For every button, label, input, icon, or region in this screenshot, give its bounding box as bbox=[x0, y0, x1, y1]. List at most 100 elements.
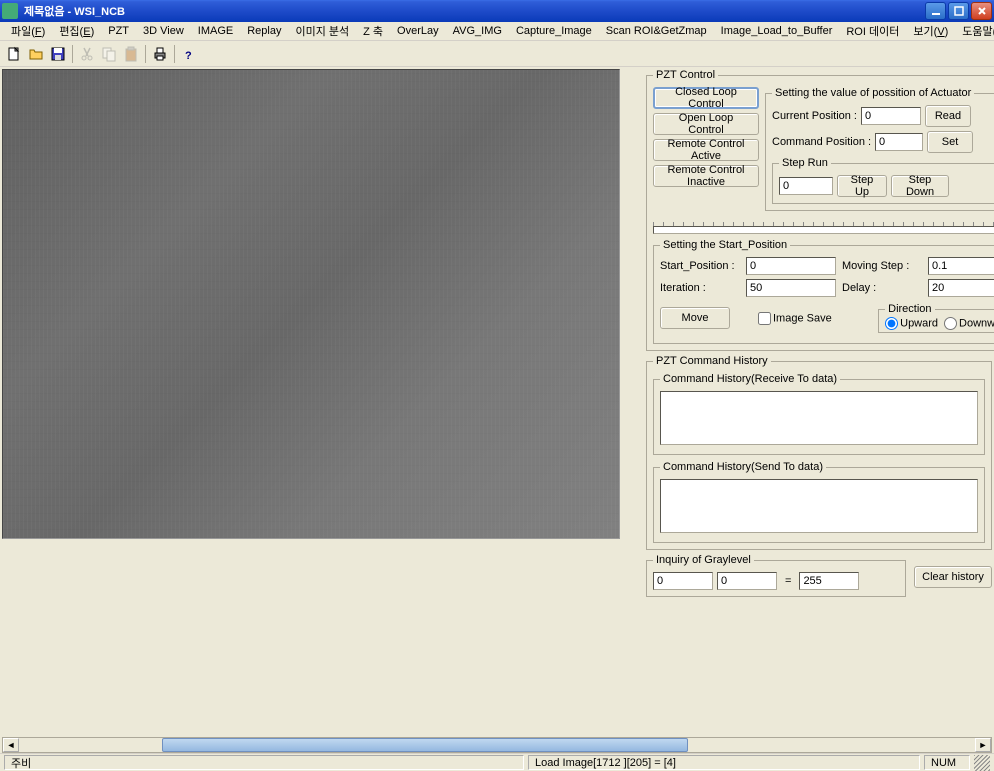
send-history-textarea[interactable] bbox=[660, 479, 978, 533]
step-run-group: Step Run Step Up Step Down bbox=[772, 157, 994, 204]
graylevel-group: Inquiry of Graylevel = bbox=[646, 554, 906, 597]
downward-radio-label[interactable]: Downward bbox=[944, 317, 994, 330]
read-button[interactable]: Read bbox=[925, 105, 971, 127]
command-position-input[interactable] bbox=[875, 133, 923, 151]
open-icon[interactable] bbox=[26, 44, 46, 64]
set-button[interactable]: Set bbox=[927, 131, 973, 153]
save-icon[interactable] bbox=[48, 44, 68, 64]
help-icon[interactable]: ? bbox=[179, 44, 199, 64]
start-position-input[interactable] bbox=[746, 257, 836, 275]
image-save-checkbox-label[interactable]: Image Save bbox=[758, 312, 832, 325]
toolbar: ? bbox=[0, 41, 994, 67]
horizontal-scrollbar[interactable]: ◄ ► bbox=[2, 737, 992, 753]
history-legend: PZT Command History bbox=[653, 355, 771, 367]
app-icon bbox=[2, 3, 18, 19]
actuator-group: Setting the value of possition of Actuat… bbox=[765, 87, 994, 211]
direction-legend: Direction bbox=[885, 303, 934, 315]
image-viewer[interactable] bbox=[2, 69, 620, 539]
remote-inactive-button[interactable]: Remote Control Inactive bbox=[653, 165, 759, 187]
graylevel-input-1[interactable] bbox=[653, 572, 713, 590]
delay-label: Delay : bbox=[842, 282, 922, 294]
clear-history-button[interactable]: Clear history bbox=[914, 566, 992, 588]
closed-loop-button[interactable]: Closed Loop Control bbox=[653, 87, 759, 109]
position-slider[interactable] bbox=[653, 215, 994, 235]
copy-icon[interactable] bbox=[99, 44, 119, 64]
pzt-legend: PZT Control bbox=[653, 69, 718, 81]
menu-view[interactable]: 보기(V) bbox=[906, 22, 955, 40]
close-button[interactable] bbox=[971, 2, 992, 20]
moving-step-label: Moving Step : bbox=[842, 260, 922, 272]
step-up-button[interactable]: Step Up bbox=[837, 175, 887, 197]
print-icon[interactable] bbox=[150, 44, 170, 64]
menu-capture[interactable]: Capture_Image bbox=[509, 24, 599, 38]
minimize-button[interactable] bbox=[925, 2, 946, 20]
current-position-input[interactable] bbox=[861, 107, 921, 125]
window-title: 제목없음 - WSI_NCB bbox=[22, 3, 925, 19]
menu-scanroi[interactable]: Scan ROI&GetZmap bbox=[599, 24, 714, 38]
image-save-checkbox[interactable] bbox=[758, 312, 771, 325]
menu-loadbuffer[interactable]: Image_Load_to_Buffer bbox=[714, 24, 840, 38]
status-left: 주비 bbox=[4, 755, 524, 770]
send-legend: Command History(Send To data) bbox=[660, 461, 826, 473]
maximize-button[interactable] bbox=[948, 2, 969, 20]
toolbar-separator bbox=[174, 45, 175, 63]
command-pos-label: Command Position : bbox=[772, 136, 871, 148]
status-bar: 주비 Load Image[1712 ][205] = [4] NUM bbox=[0, 753, 994, 771]
iteration-input[interactable] bbox=[746, 279, 836, 297]
menu-overlay[interactable]: OverLay bbox=[390, 24, 446, 38]
menu-edit[interactable]: 편집(E) bbox=[52, 22, 101, 40]
send-history-group: Command History(Send To data) bbox=[653, 461, 985, 543]
status-center: Load Image[1712 ][205] = [4] bbox=[528, 755, 920, 770]
menu-image[interactable]: IMAGE bbox=[191, 24, 240, 38]
receive-legend: Command History(Receive To data) bbox=[660, 373, 840, 385]
pzt-control-group: PZT Control Closed Loop Control Open Loo… bbox=[646, 69, 994, 351]
open-loop-button[interactable]: Open Loop Control bbox=[653, 113, 759, 135]
scroll-thumb[interactable] bbox=[162, 738, 688, 752]
direction-group: Direction Upward Downward bbox=[878, 303, 994, 333]
graylevel-legend: Inquiry of Graylevel bbox=[653, 554, 754, 566]
menu-avgimg[interactable]: AVG_IMG bbox=[446, 24, 509, 38]
menu-pzt[interactable]: PZT bbox=[101, 24, 136, 38]
upward-radio-label[interactable]: Upward bbox=[885, 317, 938, 330]
scroll-left-button[interactable]: ◄ bbox=[3, 738, 19, 752]
actuator-legend: Setting the value of possition of Actuat… bbox=[772, 87, 974, 99]
step-run-legend: Step Run bbox=[779, 157, 831, 169]
menu-image-analysis[interactable]: 이미지 분석 bbox=[288, 22, 356, 40]
menu-file[interactable]: 파일(F) bbox=[4, 22, 52, 40]
step-down-button[interactable]: Step Down bbox=[891, 175, 949, 197]
moving-step-input[interactable] bbox=[928, 257, 994, 275]
graylevel-input-2[interactable] bbox=[717, 572, 777, 590]
status-numlock: NUM bbox=[924, 755, 970, 770]
start-position-group: Setting the Start_Position Start_Positio… bbox=[653, 239, 994, 344]
cut-icon[interactable] bbox=[77, 44, 97, 64]
equals-label: = bbox=[781, 575, 795, 587]
upward-radio[interactable] bbox=[885, 317, 898, 330]
titlebar: 제목없음 - WSI_NCB bbox=[0, 0, 994, 22]
step-run-input[interactable] bbox=[779, 177, 833, 195]
current-pos-label: Current Position : bbox=[772, 110, 857, 122]
start-pos-legend: Setting the Start_Position bbox=[660, 239, 790, 251]
toolbar-separator bbox=[72, 45, 73, 63]
receive-history-group: Command History(Receive To data) bbox=[653, 373, 985, 455]
receive-history-textarea[interactable] bbox=[660, 391, 978, 445]
menu-replay[interactable]: Replay bbox=[240, 24, 288, 38]
start-position-label: Start_Position : bbox=[660, 260, 740, 272]
menu-roidata[interactable]: ROI 데이터 bbox=[839, 22, 906, 40]
new-icon[interactable] bbox=[4, 44, 24, 64]
toolbar-separator bbox=[145, 45, 146, 63]
menu-zaxis[interactable]: Z 축 bbox=[356, 22, 390, 40]
resize-grip-icon[interactable] bbox=[974, 755, 990, 771]
graylevel-result-input[interactable] bbox=[799, 572, 859, 590]
paste-icon[interactable] bbox=[121, 44, 141, 64]
scroll-right-button[interactable]: ► bbox=[975, 738, 991, 752]
menu-help[interactable]: 도움말(H) bbox=[955, 22, 994, 40]
remote-active-button[interactable]: Remote Control Active bbox=[653, 139, 759, 161]
scroll-track[interactable] bbox=[19, 738, 975, 752]
delay-input[interactable] bbox=[928, 279, 994, 297]
command-history-group: PZT Command History Command History(Rece… bbox=[646, 355, 992, 550]
menu-3dview[interactable]: 3D View bbox=[136, 24, 191, 38]
iteration-label: Iteration : bbox=[660, 282, 740, 294]
downward-radio[interactable] bbox=[944, 317, 957, 330]
menubar: 파일(F) 편집(E) PZT 3D View IMAGE Replay 이미지… bbox=[0, 22, 994, 41]
move-button[interactable]: Move bbox=[660, 307, 730, 329]
